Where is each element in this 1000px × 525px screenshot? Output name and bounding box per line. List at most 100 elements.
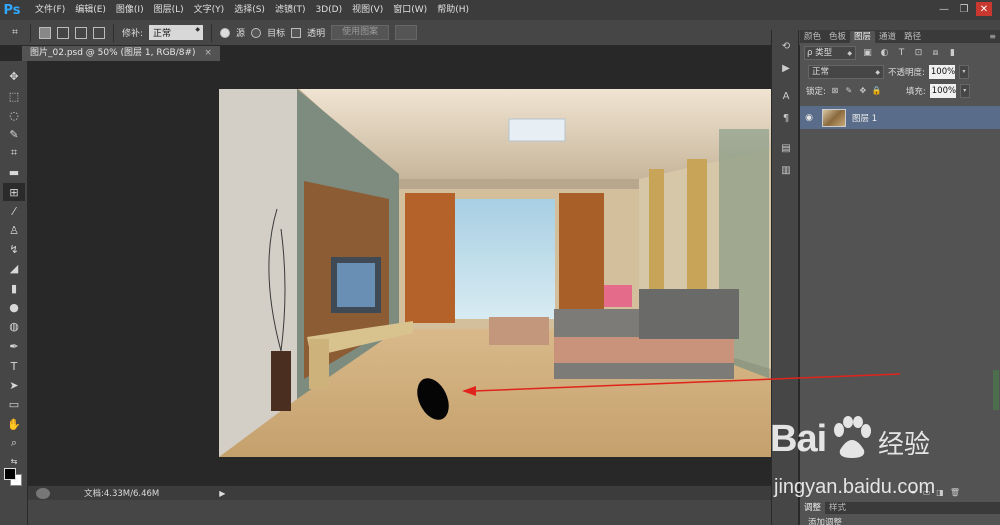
hand-icon[interactable]: ✋ (3, 415, 25, 433)
crop-icon[interactable]: ⌗ (3, 144, 25, 162)
dodge-icon[interactable]: ◍ (3, 317, 25, 335)
layer-filter-select[interactable]: ρ 类型 (804, 45, 856, 60)
gradient-icon[interactable]: ▮ (3, 279, 25, 297)
menu-view[interactable]: 视图(V) (347, 0, 388, 20)
zoom-level-icon[interactable] (36, 487, 50, 499)
filter-toggle-icon[interactable]: ▮ (947, 48, 958, 58)
living-room-image (219, 89, 771, 457)
menu-filter[interactable]: 滤镜(T) (270, 0, 311, 20)
lock-position-icon[interactable]: ✥ (858, 86, 868, 95)
tab-color[interactable]: 颜色 (800, 31, 825, 43)
fill-dropdown-icon[interactable]: ▾ (959, 83, 970, 98)
lock-pixels-icon[interactable]: ✎ (844, 86, 854, 95)
zoom-icon[interactable]: ⌕ (3, 434, 25, 452)
right-scroll-indicator (993, 370, 999, 410)
stamp-icon[interactable]: ♙ (3, 221, 25, 239)
menu-type[interactable]: 文字(Y) (189, 0, 230, 20)
tab-swatches[interactable]: 色板 (825, 31, 850, 43)
menu-help[interactable]: 帮助(H) (432, 0, 474, 20)
add-adjustment-label: 添加调整 (808, 518, 843, 525)
target-radio[interactable] (251, 27, 262, 38)
adjustment-filter-icon[interactable]: ◐ (879, 48, 890, 58)
pen-icon[interactable]: ✒ (3, 337, 25, 355)
use-pattern-button[interactable]: 使用图案 (331, 25, 390, 40)
blend-mode-select[interactable]: 正常 (808, 64, 884, 79)
type-icon[interactable]: T (3, 357, 25, 375)
quick-select-icon[interactable]: ✎ (3, 125, 25, 143)
shape-filter-icon[interactable]: ⊡ (913, 48, 924, 58)
history-panel-icon[interactable]: ⟲ (778, 38, 794, 54)
tab-adjustments[interactable]: 调整 (800, 502, 826, 514)
document-size-info: 文档:4.33M/6.46M (84, 489, 160, 499)
patch-icon[interactable]: ⊞ (3, 183, 25, 201)
fill-input[interactable]: 100% (929, 83, 956, 98)
close-tab-icon[interactable]: × (204, 48, 212, 58)
minimize-button[interactable]: — (936, 2, 952, 16)
document-tab[interactable]: 图片_02.psd @ 50% (图层 1, RGB/8#) × (22, 46, 220, 61)
new-group-icon[interactable]: ▭ (923, 488, 931, 500)
transparent-checkbox[interactable] (291, 27, 302, 38)
brush-icon[interactable]: ⁄ (3, 202, 25, 220)
lasso-icon[interactable]: ◌ (3, 106, 25, 124)
properties-panel-icon[interactable]: ▤ (778, 140, 794, 156)
history-brush-icon[interactable]: ↯ (3, 240, 25, 258)
new-selection-icon[interactable] (39, 26, 51, 39)
source-radio[interactable] (220, 27, 231, 38)
marquee-icon[interactable]: ⬚ (3, 87, 25, 105)
eyedropper-icon[interactable]: ▬ (3, 163, 25, 181)
smart-object-filter-icon[interactable]: ⧈ (930, 48, 941, 58)
menu-file[interactable]: 文件(F) (30, 0, 70, 20)
pixel-filter-icon[interactable]: ▣ (862, 48, 873, 58)
layer-filter-row: ρ 类型 ▣ ◐ T ⊡ ⧈ ▮ (800, 43, 1000, 62)
menu-select[interactable]: 选择(S) (229, 0, 270, 20)
opacity-dropdown-icon[interactable]: ▾ (958, 64, 969, 79)
eye-icon[interactable]: ◉ (800, 113, 818, 123)
tab-paths[interactable]: 路径 (900, 31, 925, 43)
subtract-selection-icon[interactable] (75, 26, 87, 39)
opacity-input[interactable]: 100% (928, 64, 955, 79)
tab-styles[interactable]: 样式 (825, 502, 850, 514)
patch-mode-select[interactable]: 正常 (149, 25, 204, 40)
document-canvas[interactable] (219, 89, 771, 457)
divider (211, 23, 213, 42)
shape-icon[interactable]: ▭ (3, 395, 25, 413)
path-select-icon[interactable]: ➤ (3, 376, 25, 394)
actions-panel-icon[interactable]: ▶ (778, 60, 794, 76)
patch-tool-preset-icon[interactable]: ⌗ (8, 26, 22, 40)
move-icon[interactable]: ✥ (3, 67, 25, 85)
tab-channels[interactable]: 通道 (875, 31, 900, 43)
character-panel-icon[interactable]: A (778, 88, 794, 104)
close-button[interactable]: ✕ (976, 2, 992, 16)
info-panel-icon[interactable]: ▥ (778, 162, 794, 178)
layer-name[interactable]: 图层 1 (852, 112, 877, 124)
restore-button[interactable]: ❐ (956, 2, 972, 16)
lock-transparent-icon[interactable]: ⊠ (830, 86, 840, 95)
status-menu-arrow[interactable]: ▶ (219, 489, 225, 498)
menu-edit[interactable]: 编辑(E) (70, 0, 111, 20)
new-layer-icon[interactable]: ◨ (936, 488, 944, 500)
layer-thumbnail (822, 108, 846, 127)
fill-label: 填充: (905, 86, 926, 97)
menu-3d[interactable]: 3D(D) (310, 0, 347, 20)
lock-all-icon[interactable]: 🔒 (872, 86, 882, 95)
panel-menu-icon[interactable]: ≡ (989, 31, 996, 43)
adjustments-tabs: 调整 样式 (800, 502, 1000, 514)
link-layers-icon[interactable]: ⚭ (910, 488, 917, 500)
type-filter-icon[interactable]: T (896, 48, 907, 58)
panel-tabs: 颜色 色板 图层 通道 路径 ≡ (800, 30, 1000, 43)
menu-layer[interactable]: 图层(L) (149, 0, 189, 20)
menu-image[interactable]: 图像(I) (111, 0, 149, 20)
delete-layer-icon[interactable]: 🗑 (950, 488, 960, 500)
menu-window[interactable]: 窗口(W) (388, 0, 432, 20)
layers-panel: 颜色 色板 图层 通道 路径 ≡ ρ 类型 ▣ ◐ T ⊡ ⧈ ▮ 正常 不透明… (800, 30, 1000, 525)
tab-layers[interactable]: 图层 (850, 31, 876, 43)
intersect-selection-icon[interactable] (93, 26, 105, 39)
paragraph-panel-icon[interactable]: ¶ (778, 110, 794, 126)
window-controls: — ❐ ✕ (936, 2, 992, 16)
layer-row[interactable]: ◉ 图层 1 (800, 106, 1000, 129)
foreground-color-swatch[interactable] (4, 468, 16, 480)
eraser-icon[interactable]: ◢ (3, 259, 25, 277)
blur-icon[interactable]: ● (3, 298, 25, 316)
pattern-picker[interactable] (395, 25, 418, 40)
add-selection-icon[interactable] (57, 26, 69, 39)
